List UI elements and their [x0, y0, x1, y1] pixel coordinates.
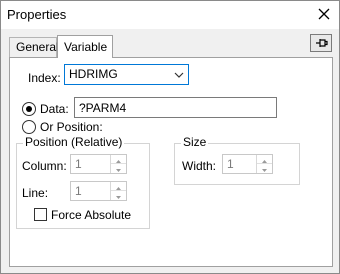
- width-value: 1: [227, 157, 234, 171]
- line-up-button[interactable]: [111, 182, 126, 191]
- index-label: Index:: [28, 71, 61, 85]
- width-stepper[interactable]: 1: [222, 154, 273, 174]
- data-radio[interactable]: [22, 102, 36, 116]
- column-stepper[interactable]: 1: [70, 154, 127, 174]
- variable-panel: Index: HDRIMG Data: ?PARM4 Or Position: …: [9, 57, 333, 267]
- force-absolute-label: Force Absolute: [51, 208, 132, 222]
- line-value: 1: [75, 184, 82, 198]
- line-down-button[interactable]: [111, 191, 126, 200]
- or-position-label: Or Position:: [40, 120, 103, 134]
- line-stepper-buttons: [110, 182, 126, 200]
- tab-general[interactable]: General: [9, 37, 59, 57]
- title-bar: Properties: [1, 1, 339, 29]
- column-stepper-buttons: [110, 155, 126, 173]
- width-stepper-buttons: [256, 155, 272, 173]
- pin-button[interactable]: [310, 34, 332, 52]
- index-value: HDRIMG: [69, 67, 118, 81]
- force-absolute-checkbox[interactable]: [34, 208, 47, 221]
- data-label: Data:: [40, 102, 69, 116]
- data-value: ?PARM4: [79, 101, 127, 115]
- tab-variable-label: Variable: [64, 40, 108, 54]
- size-group-title: Size: [181, 135, 209, 149]
- properties-window: Properties General Variable Index: HDRIM…: [0, 0, 340, 274]
- position-group-title: Position (Relative): [23, 135, 125, 149]
- column-value: 1: [75, 157, 82, 171]
- column-up-button[interactable]: [111, 155, 126, 164]
- index-dropdown[interactable]: HDRIMG: [64, 64, 189, 85]
- column-down-button[interactable]: [111, 164, 126, 173]
- line-stepper[interactable]: 1: [70, 181, 127, 201]
- chevron-down-icon: [174, 72, 184, 78]
- column-label: Column:: [22, 159, 67, 173]
- tab-variable[interactable]: Variable: [57, 35, 113, 58]
- width-up-button[interactable]: [257, 155, 272, 164]
- data-field[interactable]: ?PARM4: [74, 97, 277, 118]
- width-down-button[interactable]: [257, 164, 272, 173]
- or-position-radio[interactable]: [22, 120, 36, 134]
- line-label: Line:: [22, 186, 49, 200]
- window-title: Properties: [7, 7, 67, 22]
- close-icon[interactable]: [315, 5, 333, 23]
- pin-icon: [316, 39, 328, 47]
- width-label: Width:: [182, 159, 217, 173]
- tab-general-label: General: [16, 40, 59, 54]
